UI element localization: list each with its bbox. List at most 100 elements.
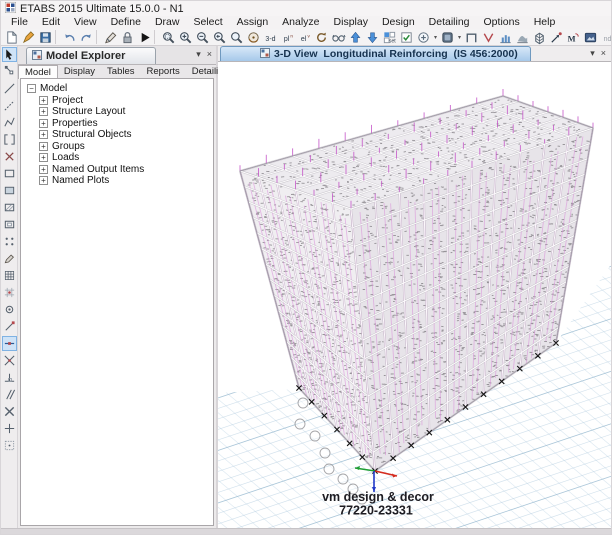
redo-icon[interactable]: [78, 29, 95, 45]
tree-item-model[interactable]: −Model: [25, 83, 213, 95]
zoom-out-icon[interactable]: [194, 29, 211, 45]
move-down-story-icon[interactable]: [364, 29, 381, 45]
expand-icon[interactable]: +: [39, 176, 48, 185]
draw-opening-tool-icon[interactable]: [2, 217, 17, 232]
draw-icon[interactable]: [102, 29, 119, 45]
draw-points-tool-icon[interactable]: [2, 234, 17, 249]
draw-rectangle-tool-icon[interactable]: [2, 166, 17, 181]
snap-off-tool-icon[interactable]: [2, 404, 17, 419]
expand-icon[interactable]: +: [39, 130, 48, 139]
lock-model-icon[interactable]: [119, 29, 136, 45]
mesh-tool-icon[interactable]: [2, 268, 17, 283]
undo-icon[interactable]: [61, 29, 78, 45]
tree-item-named-plots[interactable]: +Named Plots: [25, 175, 213, 187]
show-joints-icon[interactable]: [415, 29, 432, 45]
menu-edit[interactable]: Edit: [35, 16, 67, 29]
cycle-view-icon[interactable]: [313, 29, 330, 45]
view-plan-icon[interactable]: pln: [279, 29, 296, 45]
snap-to-ends-tool-icon[interactable]: [2, 319, 17, 334]
draw-dashed-line-tool-icon[interactable]: [2, 98, 17, 113]
menu-detailing[interactable]: Detailing: [422, 16, 477, 29]
view-elevation-icon[interactable]: elv: [296, 29, 313, 45]
tree-item-groups[interactable]: +Groups: [25, 141, 213, 153]
menu-analyze[interactable]: Analyze: [275, 16, 326, 29]
zoom-in-icon[interactable]: [177, 29, 194, 45]
assign-frame-icon[interactable]: M: [565, 29, 582, 45]
snap-to-midpoints-tool-icon[interactable]: [2, 336, 17, 351]
view-close-button[interactable]: ×: [601, 48, 606, 59]
explorer-close-button[interactable]: ×: [207, 49, 212, 60]
model-explorer-tab[interactable]: Model Explorer: [26, 47, 156, 64]
explorer-tab-reports[interactable]: Reports: [141, 65, 186, 78]
menu-select[interactable]: Select: [186, 16, 229, 29]
expand-icon[interactable]: +: [39, 107, 48, 116]
tree-item-named-output-items[interactable]: +Named Output Items: [25, 164, 213, 176]
spray-tool-icon[interactable]: [2, 438, 17, 453]
building-view-icon[interactable]: [531, 29, 548, 45]
show-selection-icon[interactable]: [398, 29, 415, 45]
tree-item-loads[interactable]: +Loads: [25, 152, 213, 164]
expand-icon[interactable]: +: [39, 153, 48, 162]
snap-to-intersections-tool-icon[interactable]: [2, 353, 17, 368]
menu-draw[interactable]: Draw: [148, 16, 187, 29]
nd-label-icon[interactable]: nd: [599, 29, 611, 45]
set-display-options-icon[interactable]: set: [381, 29, 398, 45]
explorer-tab-tables[interactable]: Tables: [101, 65, 140, 78]
snap-to-point-tool-icon[interactable]: [2, 302, 17, 317]
menu-view[interactable]: View: [67, 16, 104, 29]
tree-item-structure-layout[interactable]: +Structure Layout: [25, 106, 213, 118]
menu-display[interactable]: Display: [327, 16, 375, 29]
show-deformed-icon[interactable]: [497, 29, 514, 45]
draw-polyline-tool-icon[interactable]: [2, 115, 17, 130]
expand-icon[interactable]: +: [39, 142, 48, 151]
draw-frame-icon[interactable]: [463, 29, 480, 45]
draw-pen-tool-icon[interactable]: [2, 251, 17, 266]
move-up-story-icon[interactable]: [347, 29, 364, 45]
tree-item-project[interactable]: +Project: [25, 95, 213, 107]
show-forces-icon[interactable]: [514, 29, 531, 45]
run-analysis-icon[interactable]: [136, 29, 153, 45]
menu-design[interactable]: Design: [375, 16, 422, 29]
open-model-icon[interactable]: [20, 29, 37, 45]
menu-assign[interactable]: Assign: [230, 16, 276, 29]
new-model-icon[interactable]: [3, 29, 20, 45]
tree-item-structural-objects[interactable]: +Structural Objects: [25, 129, 213, 141]
draw-line-tool-icon[interactable]: [2, 81, 17, 96]
draw-floor-tool-icon[interactable]: [2, 183, 17, 198]
delete-tool-icon[interactable]: [2, 149, 17, 164]
tree-item-label: Model: [40, 83, 67, 94]
expand-icon[interactable]: +: [39, 96, 48, 105]
3d-view-canvas[interactable]: vm design & decor 77220-23331: [218, 61, 611, 529]
explorer-tab-display[interactable]: Display: [58, 65, 101, 78]
tree-item-properties[interactable]: +Properties: [25, 118, 213, 130]
reshape-tool-icon[interactable]: [2, 64, 17, 79]
snap-parallel-tool-icon[interactable]: [2, 387, 17, 402]
app-logo-icon: [5, 0, 16, 18]
snap-perpendicular-tool-icon[interactable]: [2, 370, 17, 385]
object-view-options-button-dropdown[interactable]: ▾: [456, 34, 463, 41]
explorer-dropdown-button[interactable]: ▾: [196, 49, 201, 60]
select-pointer-tool-icon[interactable]: [2, 47, 17, 62]
expand-icon[interactable]: +: [39, 165, 48, 174]
named-display-icon[interactable]: [582, 29, 599, 45]
assign-joint-icon[interactable]: [548, 29, 565, 45]
draw-wall-tool-icon[interactable]: [2, 200, 17, 215]
view-dropdown-button[interactable]: ▾: [590, 48, 595, 59]
view-tab[interactable]: 3-D View Longitudinal Reinforcing (IS 45…: [220, 46, 531, 61]
object-view-options-icon[interactable]: [439, 29, 456, 45]
save-model-icon[interactable]: [37, 29, 54, 45]
collapse-icon[interactable]: −: [27, 84, 36, 93]
fine-grid-tool-icon[interactable]: [2, 421, 17, 436]
menu-file[interactable]: File: [4, 16, 35, 29]
expand-icon[interactable]: +: [39, 119, 48, 128]
draw-brace-icon[interactable]: [480, 29, 497, 45]
show-joints-button-dropdown[interactable]: ▾: [432, 34, 439, 41]
draw-braces-tool-icon[interactable]: [2, 132, 17, 147]
explorer-tab-model[interactable]: Model: [18, 65, 58, 79]
set-view-limits-icon[interactable]: [330, 29, 347, 45]
menu-help[interactable]: Help: [527, 16, 563, 29]
rubber-band-zoom-icon[interactable]: [160, 29, 177, 45]
menu-options[interactable]: Options: [477, 16, 527, 29]
menu-define[interactable]: Define: [104, 16, 148, 29]
snap-to-grid-tool-icon[interactable]: [2, 285, 17, 300]
